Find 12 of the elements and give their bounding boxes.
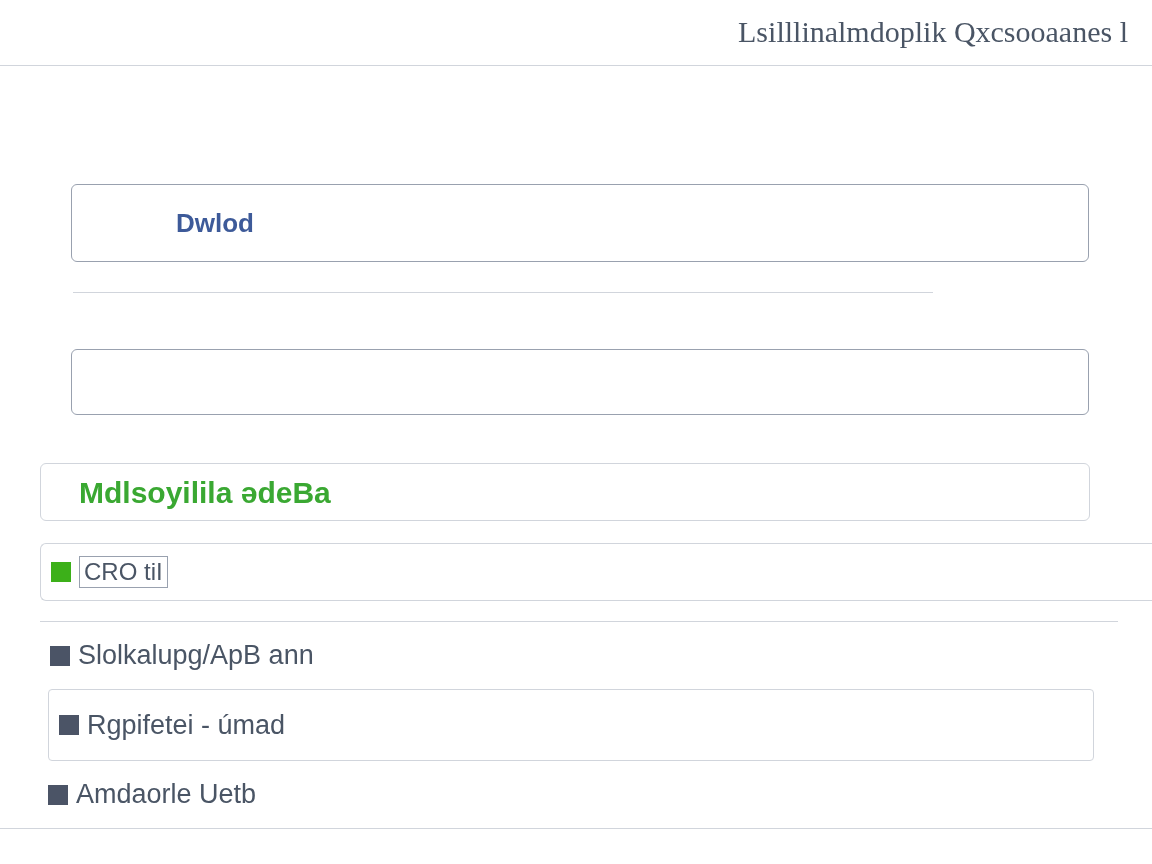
item-label: Amdaorle Uetb (76, 778, 257, 812)
page-title: Lsilllinalmdoplik Qxcsooaanes l (738, 17, 1128, 47)
input-field[interactable]: Dwlod (71, 184, 1089, 262)
list-row[interactable]: Amdaorle Uetb (0, 761, 1152, 829)
item-label: Slolkalupg/ApB ann (78, 639, 314, 673)
item-label: CRO tiI (79, 556, 168, 588)
list-row[interactable]: Slolkalupg/ApB ann (40, 621, 1118, 689)
input-field[interactable] (71, 349, 1089, 415)
list-row[interactable]: Rgpifetei - úmad (48, 689, 1094, 761)
message-text: Mdlsoyilila ədeBa (79, 474, 331, 511)
item-label: Rgpifetei - úmad (87, 708, 286, 742)
list-row[interactable]: CRO tiI (40, 543, 1152, 601)
